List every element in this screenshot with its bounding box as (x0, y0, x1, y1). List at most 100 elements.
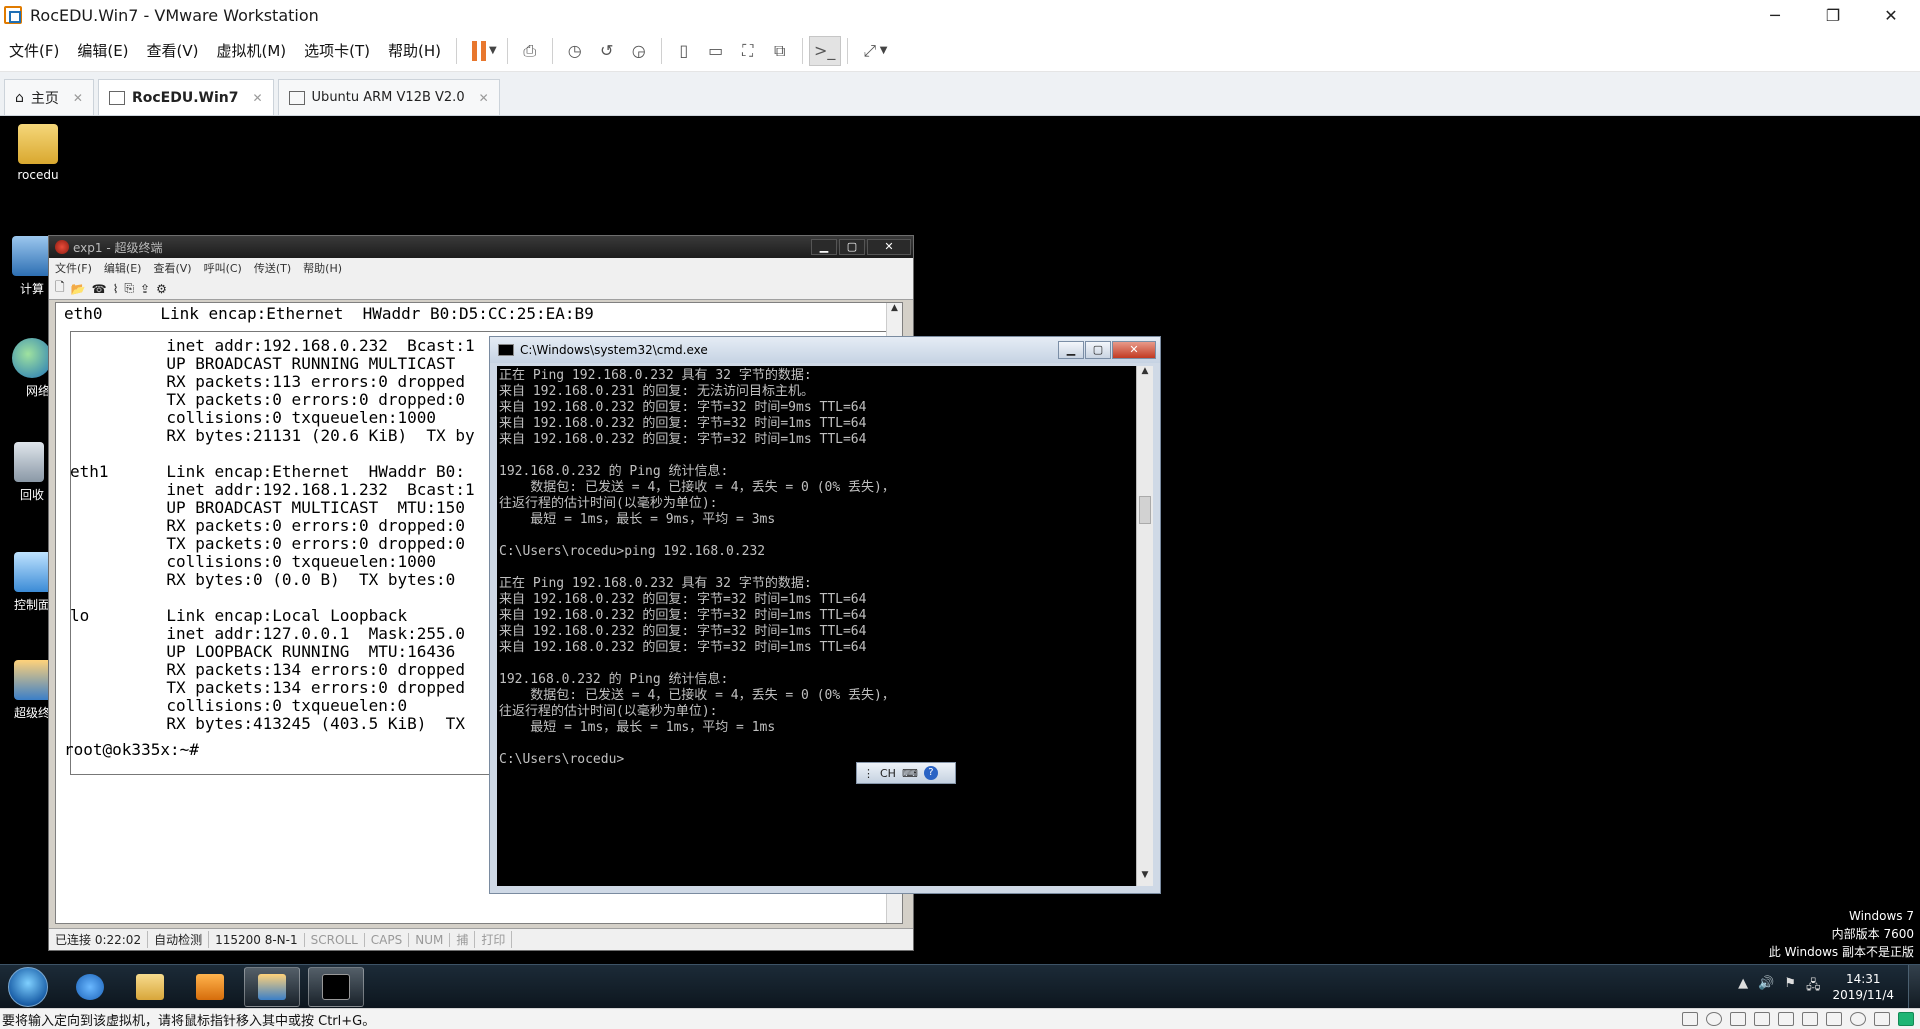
recycle-bin-icon (14, 442, 44, 482)
cmd-line: 往返行程的估计时间(以毫秒为单位): (499, 704, 718, 719)
properties-icon[interactable]: ⚙ (156, 282, 167, 296)
command-prompt-icon (498, 344, 514, 356)
action-center-flag-icon[interactable]: ⚑ (1784, 976, 1796, 998)
fullscreen-icon[interactable]: ⛶ (732, 36, 764, 66)
status-print: 打印 (475, 931, 513, 948)
toolbar-separator (456, 37, 458, 64)
cmd-scrollbar[interactable]: ▲ ▼ (1136, 366, 1153, 886)
hyperterminal-titlebar[interactable]: exp1 - 超级终端 ▁ ▢ ✕ (49, 236, 913, 258)
usb-controller-icon[interactable] (1754, 1012, 1770, 1026)
console-view-icon[interactable]: >_ (808, 35, 841, 66)
close-button[interactable]: ✕ (1862, 0, 1920, 30)
ime-drag-handle-icon[interactable]: ⋮ (863, 767, 874, 780)
cmd-line: 192.168.0.232 的 Ping 统计信息: (499, 672, 729, 687)
receive-icon[interactable]: ⇪ (140, 282, 150, 296)
desktop-icon-recycle-bin[interactable]: 回收 (2, 442, 50, 503)
library-view-icon[interactable]: ▯ (668, 36, 700, 66)
network-icon[interactable]: 🖧 (1806, 976, 1821, 998)
menu-file[interactable]: 文件(F) (0, 30, 68, 72)
ime-language-label[interactable]: CH (880, 767, 896, 780)
keyboard-icon[interactable]: ⌨ (902, 767, 918, 780)
cmd-titlebar[interactable]: C:\Windows\system32\cmd.exe ▁ ▢ ✕ (490, 337, 1160, 363)
menu-view[interactable]: 查看(V) (138, 30, 208, 72)
cmd-controls: ▁ ▢ ✕ (1057, 341, 1156, 359)
show-desktop-button[interactable] (1908, 965, 1920, 1008)
thumbnail-view-icon[interactable]: ▭ (700, 36, 732, 66)
sound-card-icon[interactable] (1778, 1012, 1794, 1026)
volume-icon[interactable]: 🔊 (1758, 976, 1774, 998)
taskbar-media-player[interactable] (182, 967, 238, 1007)
tab-ubuntu-arm[interactable]: Ubuntu ARM V12B V2.0 ✕ (277, 79, 500, 115)
menu-edit[interactable]: 编辑(E) (68, 30, 137, 72)
scroll-thumb[interactable] (1139, 496, 1151, 524)
start-button[interactable] (8, 967, 48, 1007)
taskbar-cmd[interactable] (308, 967, 364, 1007)
message-log-icon[interactable] (1898, 1012, 1914, 1026)
clock[interactable]: 14:31 2019/11/4 (1832, 971, 1894, 1003)
cmd-line: C:\Users\rocedu>ping 192.168.0.232 (499, 544, 766, 559)
tab-close-icon[interactable]: ✕ (73, 91, 83, 105)
network-adapter-icon[interactable] (1730, 1012, 1746, 1026)
scroll-up-icon[interactable]: ▲ (1137, 366, 1153, 382)
minimize-button[interactable]: ▁ (811, 239, 837, 255)
restore-button[interactable]: ❐ (1804, 0, 1862, 30)
send-ctrl-alt-del-icon[interactable]: ⎙ (514, 36, 546, 66)
taskbar-explorer[interactable] (122, 967, 178, 1007)
scroll-down-icon[interactable]: ▼ (1137, 870, 1153, 886)
menu-edit[interactable]: 编辑(E) (98, 260, 148, 276)
taskbar-ie[interactable] (62, 967, 118, 1007)
maximize-button[interactable]: ▢ (1085, 341, 1111, 359)
tab-home[interactable]: ⌂ 主页 ✕ (4, 79, 94, 115)
menu-tabs[interactable]: 选项卡(T) (295, 30, 379, 72)
desktop-icon-control-panel[interactable]: 控制面 (2, 552, 54, 613)
toolbar-separator (801, 37, 803, 64)
snapshot-icon[interactable]: ◷ (559, 36, 591, 66)
menu-file[interactable]: 文件(F) (49, 260, 98, 276)
taskbar-hyperterminal[interactable] (244, 967, 300, 1007)
snapshot-manager-icon[interactable]: ◶ (623, 36, 655, 66)
hard-disk-icon[interactable] (1682, 1012, 1698, 1026)
cmd-output[interactable]: 正在 Ping 192.168.0.232 具有 32 字节的数据: 来自 192… (497, 366, 1151, 886)
show-hidden-icons-icon[interactable]: ▲ (1738, 976, 1748, 998)
call-icon[interactable]: ☎ (92, 282, 107, 296)
cmd-line: 来自 192.168.0.232 的回复: 字节=32 时间=1ms TTL=6… (499, 416, 867, 431)
maximize-button[interactable]: ▢ (839, 239, 865, 255)
serial-port-icon[interactable] (1826, 1012, 1842, 1026)
pause-dropdown-icon[interactable]: ▼ (489, 45, 497, 56)
scroll-up-icon[interactable]: ▲ (887, 303, 902, 319)
new-connection-icon[interactable]: 🗋 (55, 278, 65, 299)
menu-help[interactable]: 帮助(H) (379, 30, 450, 72)
ime-language-bar[interactable]: ⋮ CH ⌨ ? (856, 762, 956, 784)
display-icon[interactable] (1850, 1012, 1866, 1026)
cd-dvd-icon[interactable] (1706, 1012, 1722, 1026)
minimize-button[interactable]: ▁ (1058, 341, 1084, 359)
menu-vm[interactable]: 虚拟机(M) (208, 30, 296, 72)
close-button[interactable]: ✕ (867, 239, 911, 255)
revert-snapshot-icon[interactable]: ↺ (591, 36, 623, 66)
open-icon[interactable]: 📂 (71, 282, 86, 296)
desktop-icon-computer[interactable]: 计算 (2, 236, 52, 297)
unity-icon[interactable]: ⧉ (764, 36, 796, 66)
tab-rocedu-win7[interactable]: RocEDU.Win7 ✕ (97, 79, 274, 115)
minimize-button[interactable]: ─ (1746, 0, 1804, 30)
tab-close-icon[interactable]: ✕ (252, 91, 262, 105)
user-icon[interactable] (1874, 1012, 1890, 1026)
help-icon[interactable]: ? (923, 766, 938, 780)
printer-icon[interactable] (1802, 1012, 1818, 1026)
desktop-icon-hyperterminal[interactable]: 超级终 (2, 660, 54, 721)
menu-view[interactable]: 查看(V) (147, 260, 197, 276)
menu-help[interactable]: 帮助(H) (297, 260, 348, 276)
send-icon[interactable]: ⎘ (124, 281, 134, 296)
desktop-icon-network[interactable]: 网络 (2, 338, 52, 399)
desktop-icon-rocedu[interactable]: rocedu (8, 124, 68, 182)
disconnect-icon[interactable]: ⌇ (113, 282, 119, 296)
hyperterminal-menubar: 文件(F) 编辑(E) 查看(V) 呼叫(C) 传送(T) 帮助(H) (49, 258, 913, 278)
cmd-window[interactable]: C:\Windows\system32\cmd.exe ▁ ▢ ✕ 正在 Pin… (489, 336, 1161, 894)
menu-call[interactable]: 呼叫(C) (198, 260, 248, 276)
close-button[interactable]: ✕ (1112, 341, 1156, 359)
stretch-dropdown-icon[interactable]: ▼ (880, 45, 888, 56)
menu-transfer[interactable]: 传送(T) (248, 260, 297, 276)
guest-screen[interactable]: rocedu 计算 网络 回收 控制面 超级终 exp1 - 超级终端 ▁ ▢ … (0, 116, 1920, 1008)
tab-close-icon[interactable]: ✕ (479, 91, 489, 105)
tray-icons: ▲ 🔊 ⚑ 🖧 (1738, 976, 1820, 998)
